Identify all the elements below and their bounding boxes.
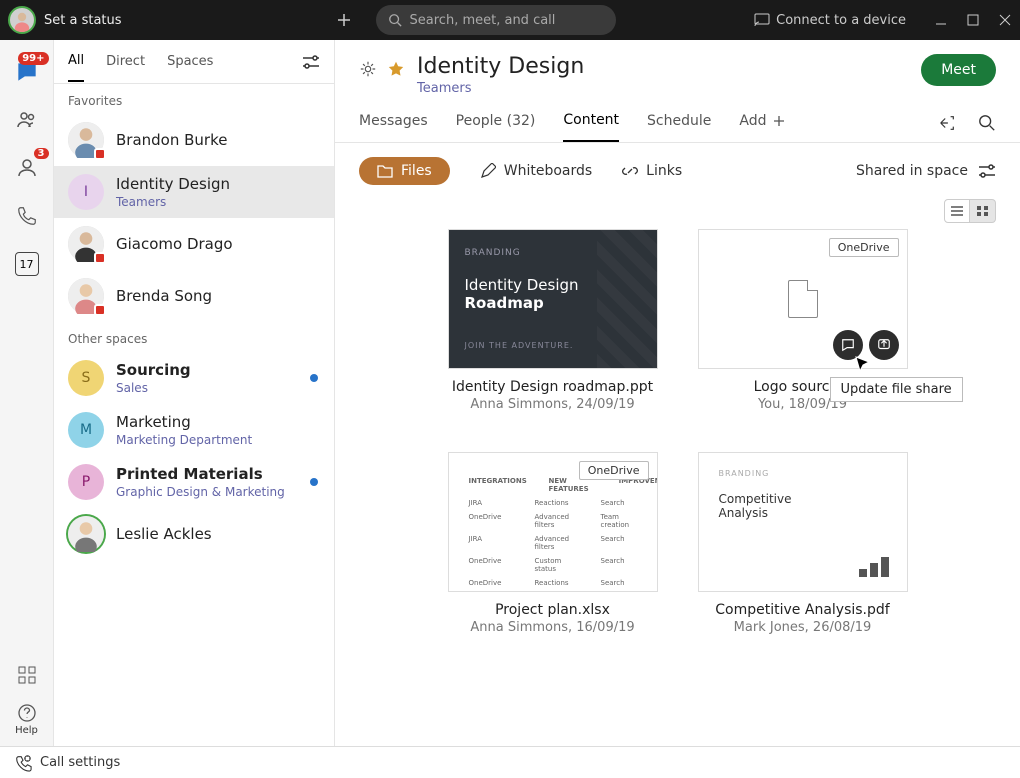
space-item-giacomo[interactable]: Giacomo Drago (54, 218, 334, 270)
status-text[interactable]: Set a status (44, 13, 122, 28)
bar-chart-icon (859, 557, 889, 577)
space-item-brenda[interactable]: Brenda Song (54, 270, 334, 322)
space-item-printed[interactable]: P Printed MaterialsGraphic Design & Mark… (54, 456, 334, 508)
chat-badge: 99+ (18, 52, 48, 65)
search-icon[interactable] (978, 114, 996, 132)
unread-dot (310, 374, 318, 382)
share-action[interactable] (869, 330, 899, 360)
space-item-marketing[interactable]: M MarketingMarketing Department (54, 404, 334, 456)
pen-icon (480, 163, 496, 179)
content-links[interactable]: Links (622, 163, 682, 179)
space-item-identity-design[interactable]: I Identity DesignTeamers (54, 166, 334, 218)
tab-all[interactable]: All (68, 41, 84, 82)
content-whiteboards[interactable]: Whiteboards (480, 163, 592, 179)
tab-direct[interactable]: Direct (106, 42, 145, 81)
chat-icon (841, 338, 855, 352)
link-icon (622, 163, 638, 179)
plus-icon (773, 115, 785, 127)
space-title: Identity Design (417, 54, 584, 79)
other-spaces-label: Other spaces (54, 322, 334, 352)
user-avatar[interactable] (8, 6, 36, 34)
tab-add[interactable]: Add (739, 113, 784, 141)
file-card[interactable]: BRANDING Identity Design Roadmap JOIN TH… (448, 229, 658, 412)
tab-spaces[interactable]: Spaces (167, 42, 213, 81)
close-button[interactable] (998, 13, 1012, 27)
cloud-tag: OneDrive (829, 238, 899, 257)
view-list[interactable] (944, 199, 970, 223)
new-button[interactable] (330, 6, 358, 34)
connect-device[interactable]: Connect to a device (754, 13, 906, 28)
filter-icon[interactable] (978, 164, 996, 178)
meet-button[interactable]: Meet (921, 54, 996, 86)
teams-icon (15, 108, 39, 132)
grid-icon (976, 205, 990, 217)
file-card[interactable]: OneDrive Update file share Logo source f… (698, 229, 908, 412)
plus-icon (335, 11, 353, 29)
document-icon (788, 280, 818, 318)
rail-chat[interactable]: 99+ (13, 58, 41, 86)
shared-in-space[interactable]: Shared in space (856, 163, 968, 179)
space-subtitle: Teamers (417, 81, 584, 96)
folder-icon (377, 164, 393, 178)
rail-apps[interactable] (13, 661, 41, 689)
favorites-label: Favorites (54, 84, 334, 114)
calendar-icon: 17 (15, 252, 39, 276)
cloud-tag: OneDrive (579, 461, 649, 480)
filter-icon (302, 55, 320, 69)
contacts-icon (15, 156, 39, 180)
rail-calls[interactable] (13, 202, 41, 230)
space-item-brandon[interactable]: Brandon Burke (54, 114, 334, 166)
apps-icon (17, 665, 37, 685)
search-input[interactable]: Search, meet, and call (376, 5, 616, 35)
star-icon[interactable] (387, 60, 405, 78)
expand-icon[interactable] (938, 114, 956, 132)
list-icon (950, 205, 964, 217)
tab-people[interactable]: People (32) (456, 113, 536, 141)
tab-messages[interactable]: Messages (359, 113, 428, 141)
tab-schedule[interactable]: Schedule (647, 113, 711, 141)
content-files[interactable]: Files (359, 157, 450, 185)
space-item-sourcing[interactable]: S SourcingSales (54, 352, 334, 404)
maximize-button[interactable] (966, 13, 980, 27)
phone-icon (16, 205, 38, 227)
tab-content[interactable]: Content (563, 112, 619, 142)
help-icon (17, 703, 37, 723)
file-card[interactable]: OneDrive INTEGRATIONSNEW FEATURESIMPROVE… (448, 452, 658, 635)
unread-dot (310, 478, 318, 486)
rail-contacts[interactable]: 3 (13, 154, 41, 182)
cast-icon (754, 13, 770, 27)
file-card[interactable]: BRANDING Competitive Analysis Competitiv… (698, 452, 908, 635)
message-action[interactable] (833, 330, 863, 360)
gear-icon[interactable] (359, 60, 377, 78)
search-icon (388, 13, 402, 27)
filter-button[interactable] (302, 55, 320, 69)
call-settings[interactable]: Call settings (40, 755, 120, 770)
rail-calendar[interactable]: 17 (13, 250, 41, 278)
minimize-button[interactable] (934, 13, 948, 27)
tooltip: Update file share (830, 377, 963, 402)
share-icon (877, 338, 891, 352)
rail-teams[interactable] (13, 106, 41, 134)
call-settings-icon (14, 754, 32, 772)
view-grid[interactable] (970, 199, 996, 223)
rail-help[interactable]: Help (13, 703, 41, 736)
contacts-badge: 3 (34, 148, 49, 159)
space-item-leslie[interactable]: Leslie Ackles (54, 508, 334, 560)
